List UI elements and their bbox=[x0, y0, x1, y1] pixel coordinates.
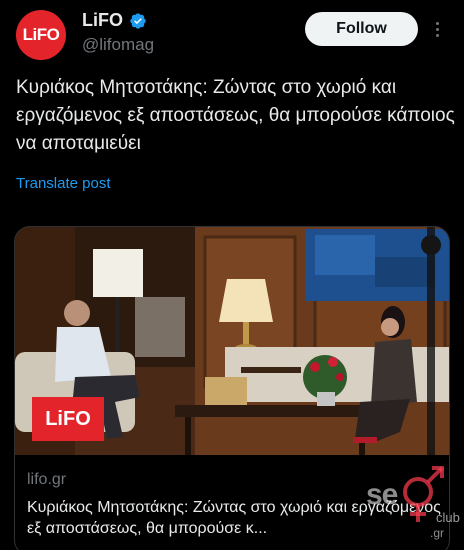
avatar[interactable]: LiFO bbox=[16, 10, 66, 60]
account-handle[interactable]: @lifomag bbox=[82, 35, 154, 55]
name-row: LiFO bbox=[82, 10, 147, 31]
watermark-gr: .gr bbox=[430, 526, 445, 540]
watermark-logo: se club .gr bbox=[366, 466, 464, 550]
translate-post-link[interactable]: Translate post bbox=[16, 175, 111, 192]
card-domain: lifo.gr bbox=[27, 471, 67, 488]
more-options-icon[interactable] bbox=[430, 16, 444, 42]
display-name[interactable]: LiFO bbox=[82, 10, 123, 31]
link-preview-image[interactable]: LiFO bbox=[15, 227, 449, 455]
watermark-se: se bbox=[366, 478, 398, 511]
verified-badge-icon bbox=[130, 12, 146, 29]
watermark-club: club bbox=[436, 510, 460, 525]
lifo-logo-overlay: LiFO bbox=[32, 397, 104, 441]
avatar-logo-text: LiFO bbox=[22, 25, 60, 44]
follow-button[interactable]: Follow bbox=[305, 12, 418, 46]
post-header: LiFO LiFO @lifomag Follow bbox=[0, 0, 464, 66]
post-text: Κυριάκος Μητσοτάκης: Ζώντας στο χωριό κα… bbox=[16, 77, 455, 154]
lifo-logo-text: LiFO bbox=[45, 407, 91, 430]
